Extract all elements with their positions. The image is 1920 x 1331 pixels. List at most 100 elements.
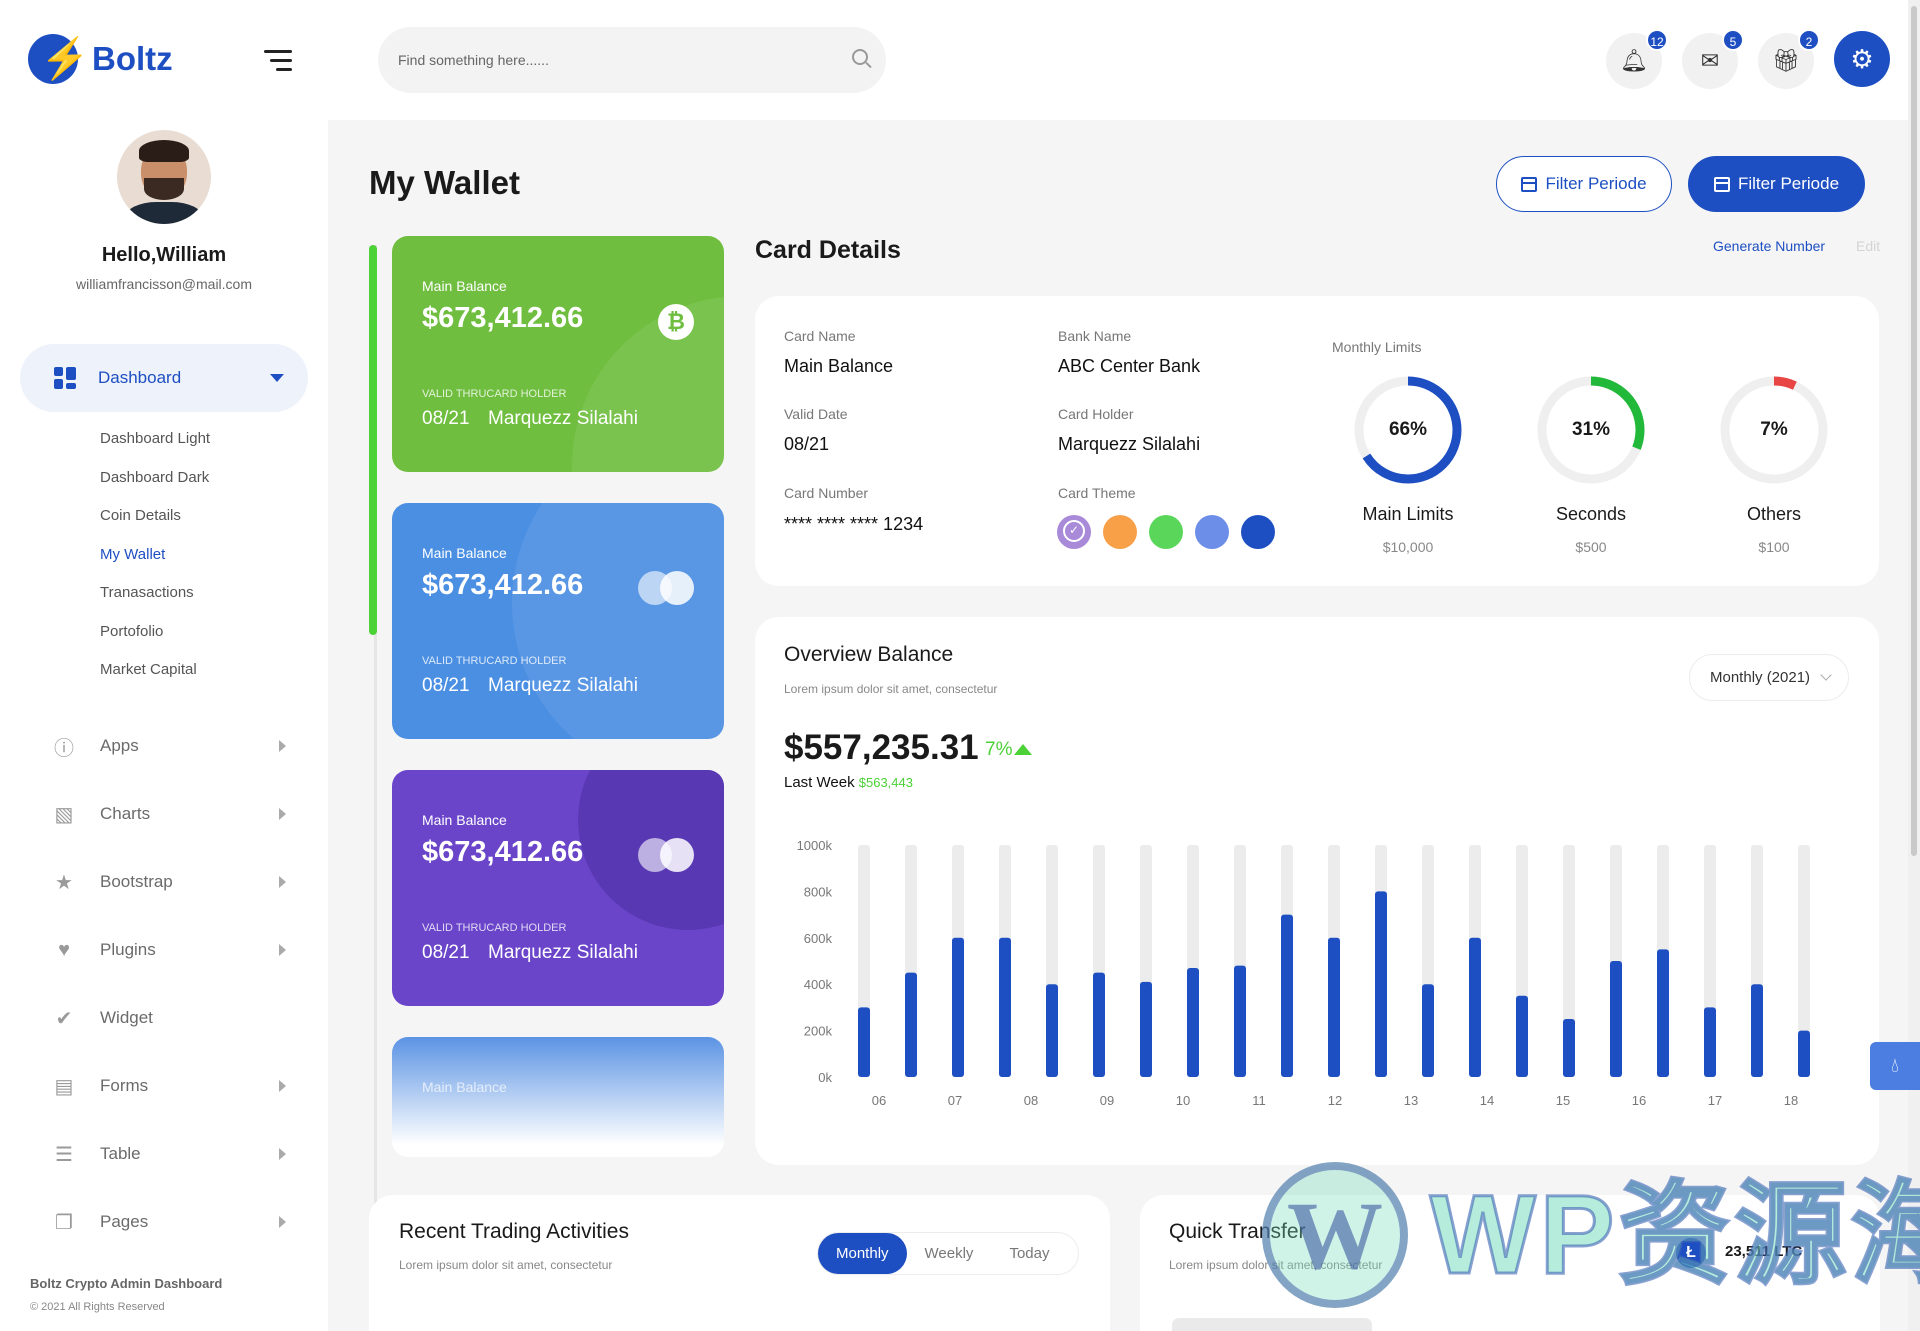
limit-name: Others: [1746, 504, 1802, 524]
theme-swatch[interactable]: [1057, 515, 1091, 549]
chart-bar[interactable]: [999, 937, 1011, 1077]
subnav-my-wallet[interactable]: My Wallet: [100, 542, 210, 581]
chart-bar[interactable]: [905, 972, 917, 1077]
period-select[interactable]: Monthly (2021): [1689, 654, 1849, 701]
chevron-right-icon: [279, 876, 286, 888]
sidebar-item-charts[interactable]: ▧ Charts: [52, 780, 292, 848]
brand-logo[interactable]: ⚡ Boltz: [28, 34, 173, 84]
chevron-right-icon: [279, 1216, 286, 1228]
calendar-icon: [1521, 176, 1538, 192]
chart-bar[interactable]: [1140, 981, 1152, 1077]
chart-bar[interactable]: [1281, 914, 1293, 1077]
chart-bar[interactable]: [1328, 937, 1340, 1077]
x-tick-label: 13: [1404, 1093, 1418, 1108]
tab-weekly[interactable]: Weekly: [907, 1233, 992, 1274]
page-scrollbar[interactable]: [1908, 0, 1920, 1331]
chart-bar[interactable]: [1798, 1030, 1810, 1077]
card-label: Main Balance: [422, 278, 507, 294]
sidebar-item-widget[interactable]: ✔ Widget: [52, 984, 292, 1052]
chevron-right-icon: [279, 808, 286, 820]
chart-bar[interactable]: [952, 937, 964, 1077]
sidebar-item-pages[interactable]: ❐ Pages: [52, 1188, 292, 1256]
subnav-dashboard-light[interactable]: Dashboard Light: [100, 426, 210, 465]
tab-monthly[interactable]: Monthly: [818, 1233, 907, 1274]
card-holder-caption: VALID THRUCARD HOLDER: [422, 655, 567, 667]
card-valid-date: 08/21: [422, 675, 470, 696]
subnav-transactions[interactable]: Tranasactions: [100, 580, 210, 619]
chart-bar[interactable]: [1563, 1019, 1575, 1077]
wallet-card[interactable]: Main Balance $673,412.66 VALID THRUCARD …: [392, 770, 724, 1006]
x-tick-label: 17: [1708, 1093, 1722, 1108]
theme-swatch[interactable]: [1103, 515, 1137, 549]
subnav-dashboard-dark[interactable]: Dashboard Dark: [100, 465, 210, 504]
chart-bar[interactable]: [1751, 984, 1763, 1077]
y-tick-label: 200k: [804, 1024, 833, 1039]
wallet-card[interactable]: Main Balance $673,412.66 VALID THRUCARD …: [392, 503, 724, 739]
chevron-right-icon: [279, 944, 286, 956]
chart-bar[interactable]: [1375, 891, 1387, 1077]
subnav-portfolio[interactable]: Portofolio: [100, 619, 210, 658]
filter-periode-button[interactable]: Filter Periode: [1688, 156, 1865, 212]
subnav-market-capital[interactable]: Market Capital: [100, 657, 210, 696]
chevron-down-icon: [270, 374, 284, 382]
valid-date-label: Valid Date: [784, 406, 848, 422]
card-valid-date: 08/21: [422, 942, 470, 963]
card-number-label: Card Number: [784, 485, 869, 501]
filter-periode-outline-button[interactable]: Filter Periode: [1496, 156, 1672, 212]
topbar: 🔔︎ 12 ✉ 5 🎁︎ 2 ⚙: [328, 0, 1920, 120]
sidebar-item-apps[interactable]: ⓘ Apps: [52, 712, 292, 780]
chart-bar[interactable]: [1093, 972, 1105, 1077]
avatar[interactable]: [117, 130, 211, 224]
chart-bar[interactable]: [1422, 984, 1434, 1077]
theme-swatch[interactable]: [1195, 515, 1229, 549]
edit-link[interactable]: Edit: [1856, 238, 1880, 254]
info-icon: ⓘ: [54, 737, 74, 760]
monthly-limits-label: Monthly Limits: [1332, 339, 1422, 355]
wallet-card[interactable]: Main Balance $673,412.66 ₿ VALID THRUCAR…: [392, 236, 724, 472]
donut-percent: 31%: [1571, 419, 1611, 440]
menu-toggle-icon[interactable]: [264, 50, 292, 77]
transfer-input[interactable]: [1172, 1318, 1372, 1331]
card-holder-caption: VALID THRUCARD HOLDER: [422, 922, 567, 934]
messages-button[interactable]: ✉ 5: [1682, 29, 1744, 89]
chevron-right-icon: [279, 1080, 286, 1092]
sidebar-item-forms[interactable]: ▤ Forms: [52, 1052, 292, 1120]
notifications-button[interactable]: 🔔︎ 12: [1606, 29, 1668, 89]
chart-bar[interactable]: [1516, 995, 1528, 1077]
chart-bar[interactable]: [858, 1007, 870, 1077]
y-tick-label: 400k: [804, 977, 833, 992]
tab-today[interactable]: Today: [991, 1233, 1067, 1274]
chart-bar[interactable]: [1610, 961, 1622, 1077]
x-tick-label: 06: [872, 1093, 886, 1108]
sidebar-item-label: Widget: [100, 1008, 153, 1027]
subnav-coin-details[interactable]: Coin Details: [100, 503, 210, 542]
sidebar-item-table[interactable]: ☰ Table: [52, 1120, 292, 1188]
chart-bar[interactable]: [1234, 965, 1246, 1077]
generate-number-link[interactable]: Generate Number: [1713, 238, 1825, 254]
sidebar-item-plugins[interactable]: ♥ Plugins: [52, 916, 292, 984]
chart-bar[interactable]: [1469, 937, 1481, 1077]
chart-bar[interactable]: [1187, 967, 1199, 1077]
card-scroll-track[interactable]: [369, 245, 377, 1245]
theme-swatch[interactable]: [1241, 515, 1275, 549]
chart-bar[interactable]: [1704, 1007, 1716, 1077]
x-tick-label: 12: [1328, 1093, 1342, 1108]
gift-icon: 🎁︎: [1772, 48, 1800, 73]
chart-bar[interactable]: [1046, 984, 1058, 1077]
bank-name-value: ABC Center Bank: [1058, 356, 1201, 376]
theme-swatch[interactable]: [1149, 515, 1183, 549]
sidebar-item-dashboard[interactable]: Dashboard: [20, 344, 308, 412]
wallet-card[interactable]: Main Balance: [392, 1037, 724, 1157]
gifts-button[interactable]: 🎁︎ 2: [1758, 29, 1820, 89]
theme-drop-icon[interactable]: 💧︎: [1870, 1042, 1920, 1090]
last-week-label: Last Week: [784, 774, 855, 791]
x-tick-label: 11: [1252, 1093, 1266, 1108]
card-holder-label: Card Holder: [1058, 406, 1134, 422]
chart-bar[interactable]: [1657, 949, 1669, 1077]
search-input[interactable]: [398, 47, 818, 73]
sidebar-item-label: Table: [100, 1144, 141, 1163]
settings-button[interactable]: ⚙: [1834, 31, 1890, 87]
sidebar-item-label: Charts: [100, 804, 151, 823]
sidebar-item-bootstrap[interactable]: ★ Bootstrap: [52, 848, 292, 916]
search-icon[interactable]: [852, 49, 868, 65]
